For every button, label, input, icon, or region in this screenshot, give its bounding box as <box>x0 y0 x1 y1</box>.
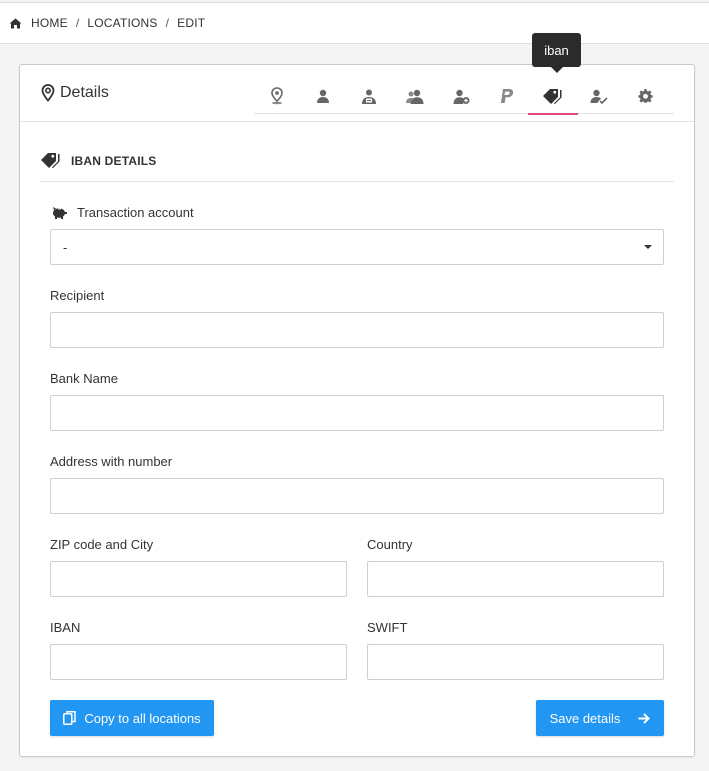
zip-city-input[interactable] <box>50 561 347 597</box>
chevron-down-icon <box>644 245 652 249</box>
section-title: IBAN DETAILS <box>71 154 157 168</box>
address-input[interactable] <box>50 478 664 514</box>
details-card: Details IBAN DETAILS Transaction account… <box>19 64 695 757</box>
recipient-input[interactable] <box>50 312 664 348</box>
person-add-icon <box>453 89 469 104</box>
iban-label: IBAN <box>50 620 81 635</box>
tab-location[interactable] <box>254 79 300 113</box>
transaction-account-select[interactable]: - <box>50 229 664 265</box>
tab-paypal[interactable] <box>484 79 530 113</box>
breadcrumb-separator: / <box>75 16 80 30</box>
breadcrumb-home[interactable]: HOME <box>31 16 68 30</box>
transaction-account-label-row: Transaction account <box>51 205 194 220</box>
section-header: IBAN DETAILS <box>40 152 674 182</box>
transaction-account-label: Transaction account <box>77 205 194 220</box>
person-icon <box>317 89 329 103</box>
arrow-right-icon <box>638 712 651 724</box>
bank-name-input[interactable] <box>50 395 664 431</box>
copy-to-all-locations-button[interactable]: Copy to all locations <box>50 700 214 736</box>
save-details-button[interactable]: Save details <box>536 700 664 736</box>
home-icon[interactable] <box>9 18 22 29</box>
iban-input[interactable] <box>50 644 347 680</box>
breadcrumb-locations[interactable]: LOCATIONS <box>87 16 157 30</box>
location-pin-icon <box>41 84 55 102</box>
piggy-bank-icon <box>53 207 67 219</box>
bank-name-label: Bank Name <box>50 371 118 386</box>
tab-tooltip: iban <box>532 33 581 73</box>
people-icon <box>406 89 424 104</box>
tab-add-person[interactable] <box>438 79 484 113</box>
price-tags-icon <box>41 153 60 168</box>
copy-icon <box>63 711 77 725</box>
save-button-label: Save details <box>549 710 621 726</box>
breadcrumb-edit: EDIT <box>177 16 206 30</box>
tab-iban[interactable] <box>528 79 578 115</box>
tab-contact[interactable] <box>346 79 392 113</box>
tab-settings[interactable] <box>622 79 668 113</box>
gear-icon <box>637 88 653 103</box>
card-title-text: Details <box>60 84 109 101</box>
tab-people[interactable] <box>392 79 438 113</box>
location-pin-icon <box>271 87 283 105</box>
country-input[interactable] <box>367 561 664 597</box>
person-check-icon <box>590 89 608 104</box>
address-label: Address with number <box>50 454 173 469</box>
card-header: Details <box>20 65 694 122</box>
country-label: Country <box>367 537 413 552</box>
swift-input[interactable] <box>367 644 664 680</box>
paypal-icon <box>500 89 513 103</box>
zip-city-label: ZIP code and City <box>50 537 154 552</box>
copy-button-label: Copy to all locations <box>84 710 201 726</box>
recipient-label: Recipient <box>50 288 105 303</box>
tab-person[interactable] <box>300 79 346 113</box>
card-title: Details <box>41 84 109 102</box>
tooltip-text: iban <box>544 42 569 58</box>
breadcrumb: HOME / LOCATIONS / EDIT <box>0 2 709 44</box>
tab-person-check[interactable] <box>576 79 622 113</box>
person-contact-icon <box>362 89 376 104</box>
tab-bar <box>254 79 674 115</box>
price-tags-icon <box>543 89 562 104</box>
transaction-account-value: - <box>63 239 68 255</box>
swift-label: SWIFT <box>367 620 408 635</box>
breadcrumb-separator: / <box>165 16 170 30</box>
